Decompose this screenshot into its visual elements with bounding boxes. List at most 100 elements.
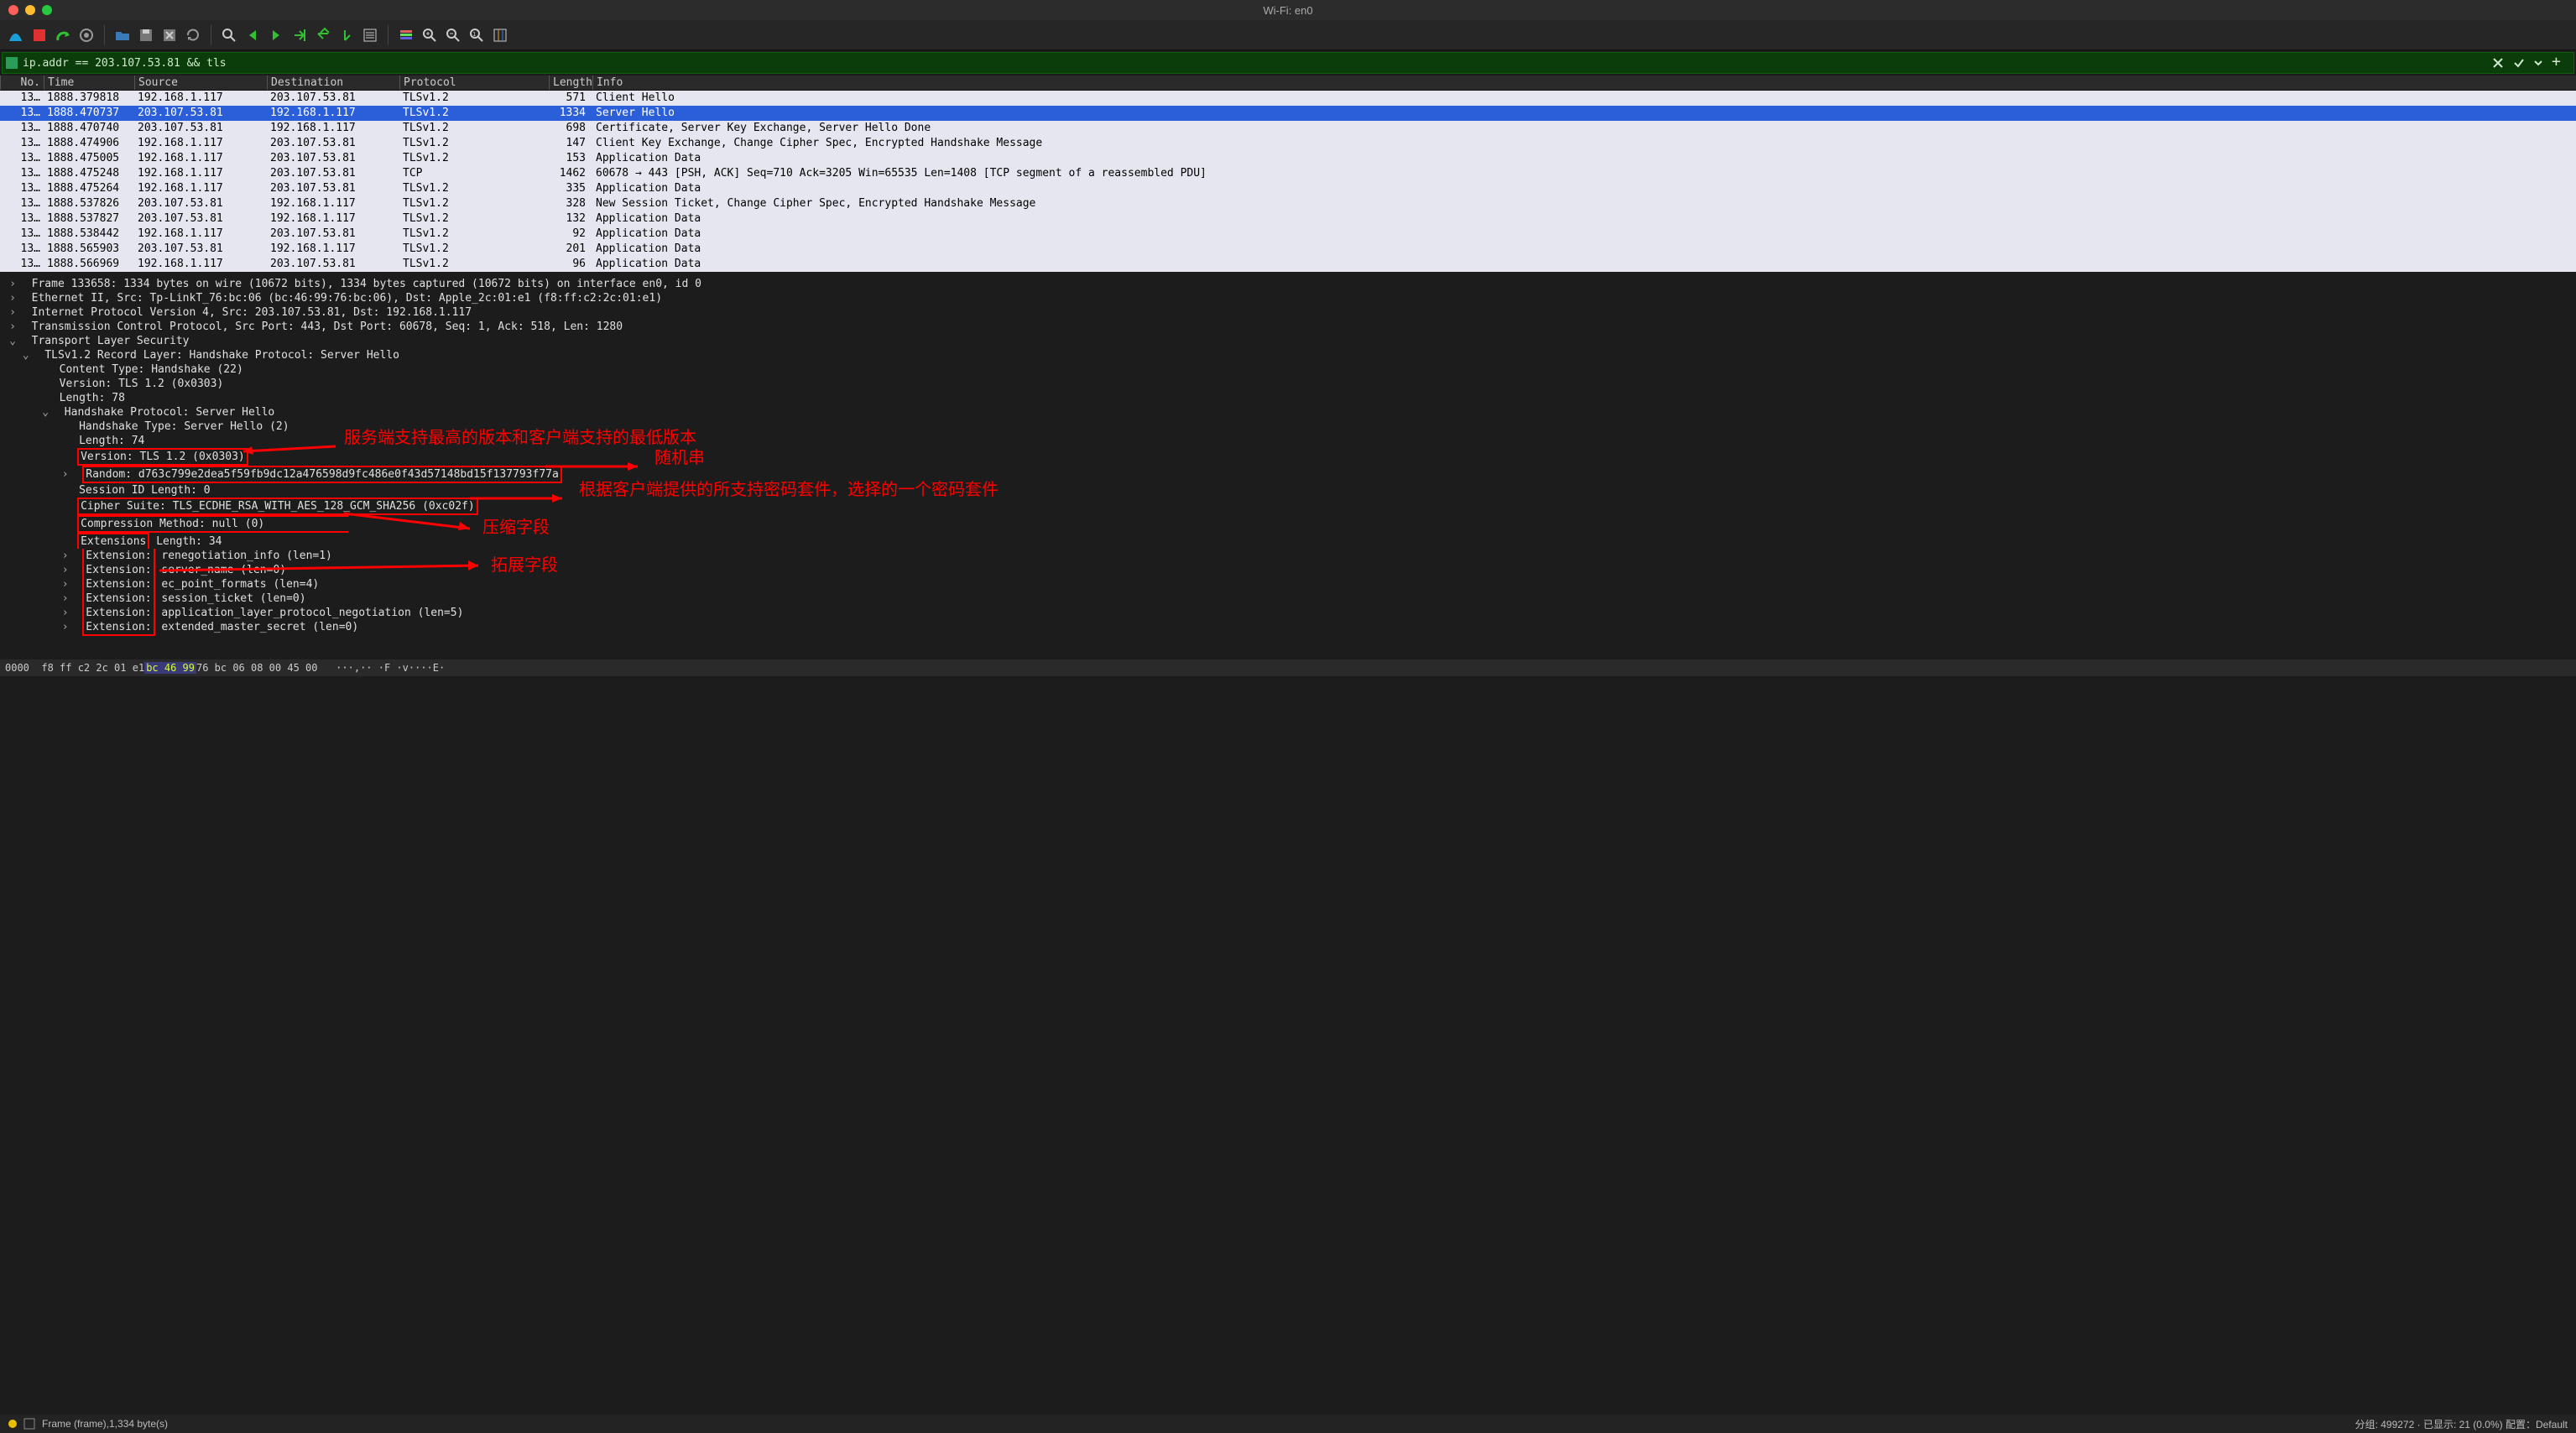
chevron-down-icon[interactable]: ⌄	[7, 334, 18, 348]
chevron-down-icon[interactable]: ⌄	[20, 348, 32, 362]
goto-last-icon[interactable]	[337, 26, 356, 44]
col-header-protocol[interactable]: Protocol	[399, 76, 549, 90]
auto-scroll-icon[interactable]	[361, 26, 379, 44]
chevron-right-icon[interactable]: ›	[7, 277, 18, 291]
packet-row[interactable]: 13…1888.475005192.168.1.117203.107.53.81…	[0, 151, 2576, 166]
minimize-window-icon[interactable]	[25, 5, 35, 15]
reload-file-icon[interactable]	[184, 26, 202, 44]
shark-fin-icon[interactable]	[7, 26, 25, 44]
chevron-right-icon[interactable]: ›	[60, 577, 71, 591]
tree-handshake-length[interactable]: Length: 74	[79, 435, 144, 447]
tree-tls[interactable]: Transport Layer Security	[32, 335, 190, 347]
stop-capture-icon[interactable]	[30, 26, 49, 44]
hex-view-pane[interactable]: 0000 f8 ff c2 2c 01 e1 bc 46 99 76 bc 06…	[0, 659, 2576, 676]
chevron-right-icon[interactable]: ›	[60, 606, 71, 620]
chevron-down-icon[interactable]: ⌄	[39, 405, 51, 419]
tree-ext-prefix: Extension:	[82, 620, 154, 636]
packet-row[interactable]: 13…1888.470737203.107.53.81192.168.1.117…	[0, 106, 2576, 121]
packet-row[interactable]: 13…1888.537826203.107.53.81192.168.1.117…	[0, 196, 2576, 211]
tree-frame[interactable]: Frame 133658: 1334 bytes on wire (10672 …	[32, 278, 701, 290]
tree-ethernet[interactable]: Ethernet II, Src: Tp-LinkT_76:bc:06 (bc:…	[32, 292, 662, 305]
apply-filter-icon[interactable]	[2511, 56, 2525, 70]
open-file-icon[interactable]	[113, 26, 132, 44]
packet-row[interactable]: 13…1888.538442192.168.1.117203.107.53.81…	[0, 227, 2576, 242]
tree-ext-prefix: Extension:	[82, 577, 154, 591]
maximize-window-icon[interactable]	[42, 5, 52, 15]
tree-handshake-protocol[interactable]: Handshake Protocol: Server Hello	[65, 406, 274, 419]
tree-ext-master-secret[interactable]: extended_master_secret (len=0)	[161, 621, 358, 633]
tree-version-record[interactable]: Version: TLS 1.2 (0x0303)	[60, 378, 224, 390]
tree-random[interactable]: Random: d763c799e2dea5f59fb9dc12a476598d…	[82, 466, 562, 483]
add-filter-button-icon[interactable]: +	[2552, 56, 2565, 70]
tree-cipher-suite[interactable]: Cipher Suite: TLS_ECDHE_RSA_WITH_AES_128…	[77, 498, 478, 515]
tree-ext-prefix: Extension:	[82, 591, 154, 606]
tree-compression-method[interactable]: Compression Method: null (0)	[77, 515, 348, 533]
packet-row[interactable]: 13…1888.537827203.107.53.81192.168.1.117…	[0, 211, 2576, 227]
status-bar: Frame (frame),1,334 byte(s) 分组: 499272 ·…	[0, 1415, 2576, 1433]
chevron-right-icon[interactable]: ›	[60, 591, 71, 606]
packet-row[interactable]: 13…1888.475248192.168.1.117203.107.53.81…	[0, 166, 2576, 181]
goto-packet-icon[interactable]	[290, 26, 309, 44]
packet-row[interactable]: 13…1888.566969192.168.1.117203.107.53.81…	[0, 257, 2576, 272]
hex-bytes-b: 76 bc 06 08 00 45 00	[196, 662, 318, 674]
chevron-right-icon[interactable]: ›	[7, 320, 18, 334]
packet-row[interactable]: 13…1888.565903203.107.53.81192.168.1.117…	[0, 242, 2576, 257]
colorize-icon[interactable]	[397, 26, 415, 44]
tree-extensions-length[interactable]: Length: 34	[156, 535, 222, 548]
go-forward-icon[interactable]	[267, 26, 285, 44]
window-title: Wi-Fi: en0	[1263, 4, 1312, 17]
find-packet-icon[interactable]	[220, 26, 238, 44]
packet-row[interactable]: 13…1888.470740203.107.53.81192.168.1.117…	[0, 121, 2576, 136]
tree-session-id-length[interactable]: Session ID Length: 0	[79, 484, 211, 497]
col-header-no[interactable]: No.	[0, 76, 44, 90]
tree-tcp[interactable]: Transmission Control Protocol, Src Port:…	[32, 320, 623, 333]
chevron-right-icon[interactable]: ›	[7, 305, 18, 320]
chevron-right-icon[interactable]: ›	[60, 549, 71, 563]
chevron-right-icon[interactable]: ›	[7, 291, 18, 305]
packet-row[interactable]: 13…1888.474906192.168.1.117203.107.53.81…	[0, 136, 2576, 151]
packet-row[interactable]: 13…1888.475264192.168.1.117203.107.53.81…	[0, 181, 2576, 196]
clear-filter-icon[interactable]	[2491, 56, 2505, 70]
col-header-info[interactable]: Info	[592, 76, 2576, 90]
zoom-out-icon[interactable]	[444, 26, 462, 44]
zoom-reset-icon[interactable]: 1	[467, 26, 486, 44]
col-header-time[interactable]: Time	[44, 76, 134, 90]
tree-handshake-type[interactable]: Handshake Type: Server Hello (2)	[79, 420, 289, 433]
tree-ext-ec-point[interactable]: ec_point_formats (len=4)	[161, 578, 319, 591]
close-window-icon[interactable]	[8, 5, 18, 15]
tree-ext-session-ticket[interactable]: session_ticket (len=0)	[161, 592, 305, 605]
capture-options-icon[interactable]	[77, 26, 96, 44]
bookmark-icon[interactable]	[6, 57, 18, 69]
packet-row[interactable]: 13…1888.379818192.168.1.117203.107.53.81…	[0, 91, 2576, 106]
chevron-right-icon[interactable]: ›	[60, 620, 71, 634]
close-file-icon[interactable]	[160, 26, 179, 44]
col-header-source[interactable]: Source	[134, 76, 267, 90]
chevron-right-icon[interactable]: ›	[60, 467, 71, 482]
zoom-in-icon[interactable]	[420, 26, 439, 44]
goto-first-icon[interactable]	[314, 26, 332, 44]
resize-columns-icon[interactable]	[491, 26, 509, 44]
chevron-right-icon[interactable]: ›	[60, 563, 71, 577]
tree-ext-alpn[interactable]: application_layer_protocol_negotiation (…	[161, 607, 463, 619]
tree-ip[interactable]: Internet Protocol Version 4, Src: 203.10…	[32, 306, 472, 319]
tree-length-record[interactable]: Length: 78	[60, 392, 125, 404]
tree-ext-renegotiation[interactable]: renegotiation_info (len=1)	[161, 550, 332, 562]
packet-details-pane[interactable]: › Frame 133658: 1334 bytes on wire (1067…	[0, 274, 2576, 659]
main-toolbar: 1	[0, 20, 2576, 50]
tree-handshake-version[interactable]: Version: TLS 1.2 (0x0303)	[77, 448, 248, 466]
col-header-length[interactable]: Length	[549, 76, 592, 90]
filter-dropdown-icon[interactable]	[2532, 56, 2545, 70]
edit-icon[interactable]	[23, 1418, 35, 1430]
packet-list-pane[interactable]: 13…1888.379818192.168.1.117203.107.53.81…	[0, 91, 2576, 274]
col-header-destination[interactable]: Destination	[267, 76, 399, 90]
display-filter-input[interactable]	[19, 56, 2491, 70]
packet-list-header: No. Time Source Destination Protocol Len…	[0, 76, 2576, 91]
tree-ext-prefix: Extension:	[82, 606, 154, 620]
tree-content-type[interactable]: Content Type: Handshake (22)	[60, 363, 243, 376]
save-file-icon[interactable]	[137, 26, 155, 44]
tree-tls-record[interactable]: TLSv1.2 Record Layer: Handshake Protocol…	[44, 349, 399, 362]
tree-ext-server-name[interactable]: server_name (len=0)	[161, 564, 286, 576]
restart-capture-icon[interactable]	[54, 26, 72, 44]
expert-info-led-icon[interactable]	[8, 1420, 17, 1428]
go-back-icon[interactable]	[243, 26, 262, 44]
